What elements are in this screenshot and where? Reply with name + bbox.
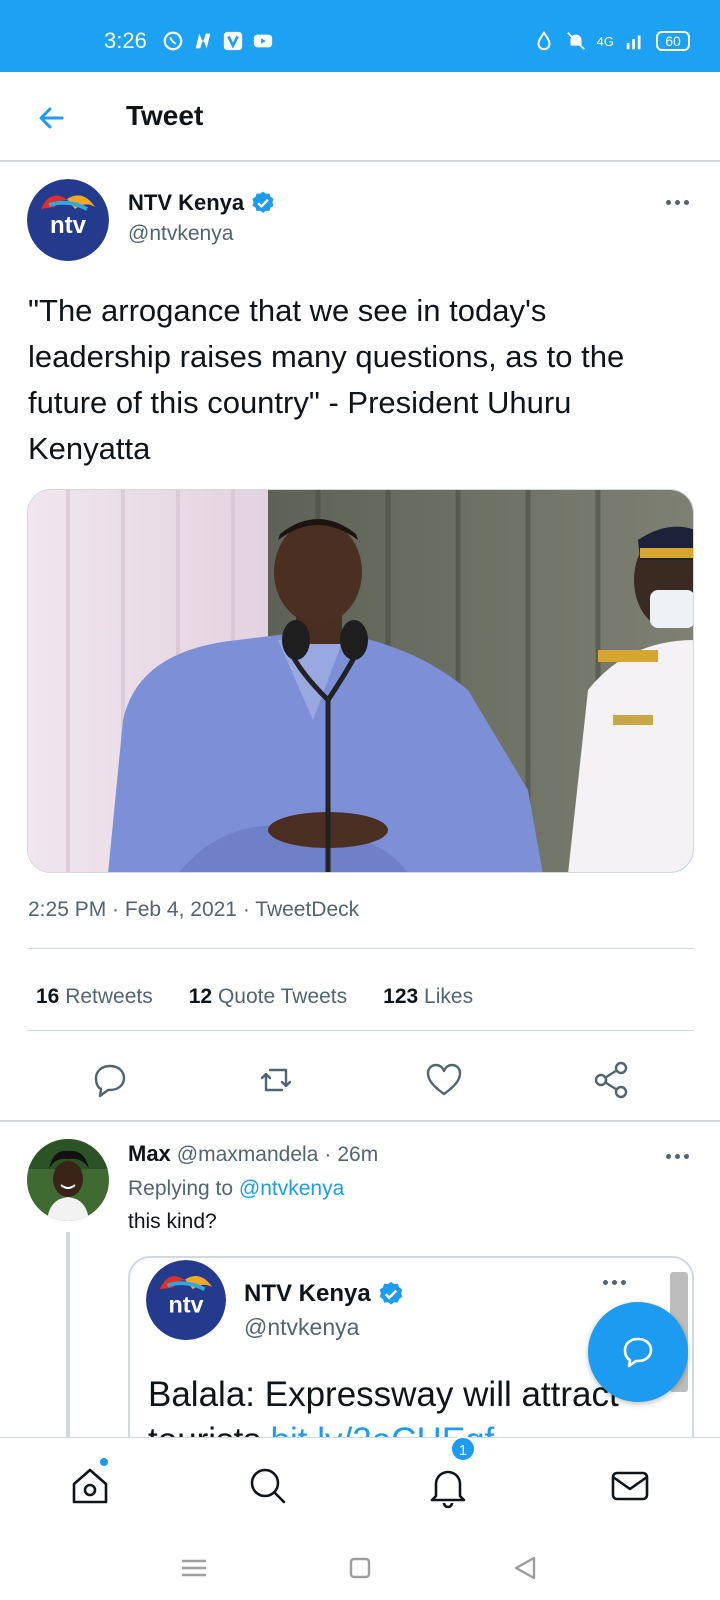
dot-icon [674,1153,680,1159]
tweet-meta: 2:25 PM · Feb 4, 2021 · TweetDeck [28,898,360,921]
dot-icon [620,1279,626,1285]
home-new-dot [98,1456,110,1468]
author-name-text: NTV Kenya [128,190,245,215]
dot-icon [683,1153,689,1159]
compose-bubble-icon [623,1337,653,1368]
youtube-icon [253,34,273,48]
svg-text:ntv: ntv [168,1292,203,1318]
quote-tweets-stat[interactable]: 12 Quote Tweets [189,985,347,1009]
page-title: Tweet [126,100,204,131]
dot-icon [674,199,680,205]
quoted-author-name-text: NTV Kenya [244,1280,371,1307]
divider [0,1120,720,1122]
quote-tweets-label: Quote Tweets [217,985,348,1008]
status-bar: 3:26 4G 60 [0,0,720,72]
verified-badge-icon [379,1281,403,1305]
reply-avatar[interactable] [27,1139,109,1221]
quoted-more-options-button[interactable] [596,1272,632,1292]
dot-icon [602,1279,608,1285]
retweet-icon[interactable] [256,1060,296,1100]
whatsapp-icon [163,31,183,51]
network-type: 4G [596,33,614,49]
tweet-source[interactable]: TweetDeck [255,898,359,921]
news-app-icon [195,33,211,49]
share-icon[interactable] [591,1060,631,1100]
system-back-icon[interactable] [506,1553,546,1583]
status-indicators: 4G 60 [533,30,690,52]
mute-icon [566,32,585,50]
system-menu-icon[interactable] [174,1553,214,1583]
messages-envelope-icon[interactable] [608,1464,652,1508]
author-name[interactable]: NTV Kenya [128,190,276,216]
ntv-logo-icon: ntv [146,1260,226,1340]
quoted-text-line1: Balala: Expressway will attract [148,1375,619,1414]
tweet-text: "The arrogance that we see in today's le… [28,293,625,466]
compose-reply-button[interactable] [588,1302,688,1402]
thread-line [66,1232,70,1442]
quote-tweets-count: 12 [188,985,213,1008]
tweet-date: Feb 4, 2021 [124,898,237,921]
divider [27,948,694,949]
photo-president-speaking [28,490,693,872]
tweet-time: 2:25 PM [28,898,107,921]
search-icon[interactable] [246,1464,290,1508]
likes-count: 123 [383,985,419,1008]
verified-badge-icon [252,191,274,213]
reply-age: 26m [337,1143,379,1166]
likes-label: Likes [424,985,474,1008]
quoted-author-avatar: ntv [146,1260,226,1340]
battery-indicator: 60 [656,31,690,51]
retweets-label: Retweets [65,985,153,1008]
notifications-badge: 1 [450,1436,476,1462]
tweet-actions [0,1060,720,1100]
reply-text: this kind? [128,1210,217,1233]
dot-icon [665,1153,671,1159]
tweet-media-image[interactable] [27,489,694,873]
avatar-photo [27,1139,109,1221]
dot-icon [611,1279,617,1285]
home-icon[interactable] [68,1464,112,1508]
separator-dot: · [324,1143,332,1166]
reply-icon[interactable] [90,1060,130,1100]
reply-author-name[interactable]: Max [128,1141,171,1167]
tweet-stats: 16 Retweets 12 Quote Tweets 123 Likes [36,985,473,1009]
system-home-icon[interactable] [340,1553,380,1583]
quoted-author-name: NTV Kenya [244,1280,405,1308]
back-arrow-icon[interactable] [32,98,72,138]
signal-icon [626,35,641,50]
retweets-stat[interactable]: 16 Retweets [36,985,153,1009]
data-saver-icon [537,30,551,51]
author-handle[interactable]: @ntvkenya [128,222,233,246]
replying-prefix: Replying to [128,1177,234,1200]
author-avatar[interactable]: ntv [27,179,109,261]
status-app-icons [162,30,274,52]
likes-stat[interactable]: 123 Likes [383,985,473,1009]
quoted-author-handle: @ntvkenya [244,1314,360,1340]
dot-icon [665,199,671,205]
like-heart-icon[interactable] [424,1060,464,1100]
replying-to-link[interactable]: @ntvkenya [239,1177,344,1200]
ntv-logo-icon: ntv [27,179,109,261]
divider [27,1030,694,1031]
reply-more-options-button[interactable] [659,1146,695,1166]
svg-text:ntv: ntv [50,212,87,239]
replying-to: Replying to @ntvkenya [128,1177,344,1201]
app-header: Tweet [0,72,720,162]
reply-header: Max @maxmandela · 26m [128,1141,378,1167]
retweets-count: 16 [36,985,60,1008]
vpn-app-icon [223,31,243,51]
reply-author-handle[interactable]: @maxmandela [177,1143,319,1167]
status-time: 3:26 [104,28,147,53]
dot-icon [683,199,689,205]
more-options-button[interactable] [659,192,695,212]
notifications-bell-icon[interactable] [426,1464,470,1508]
